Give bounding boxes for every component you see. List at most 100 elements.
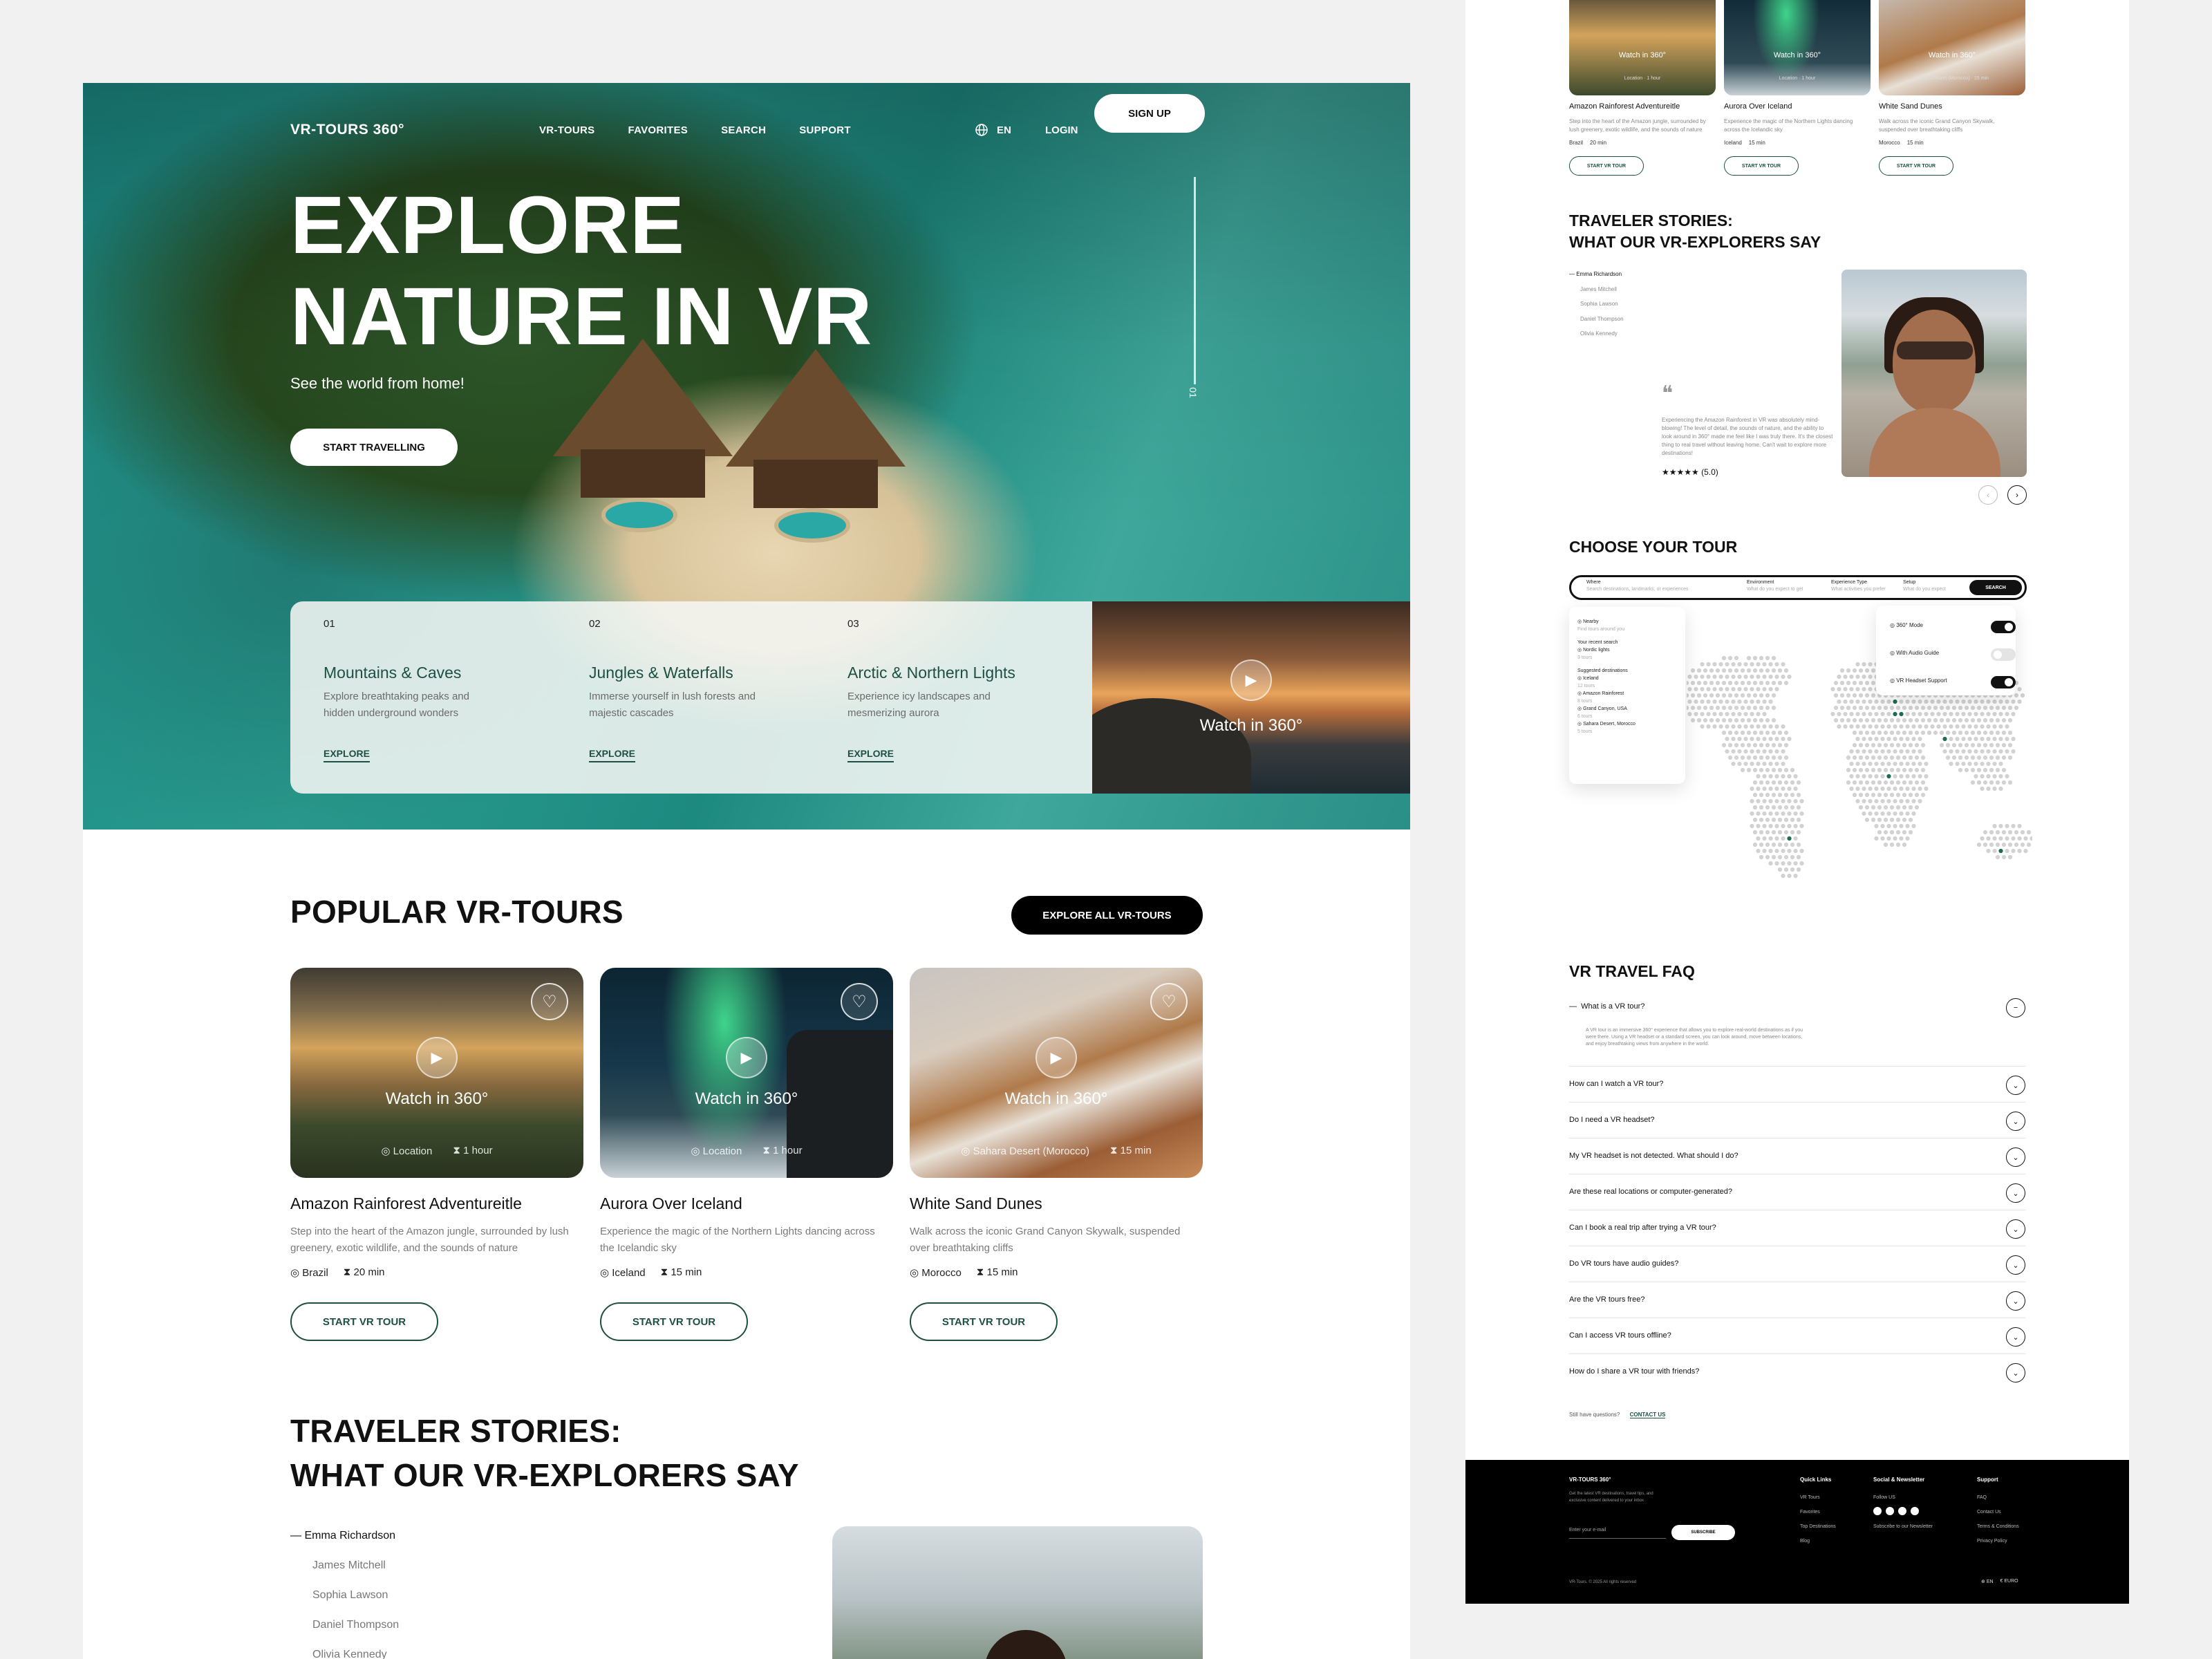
expand-icon[interactable]: ⌄ xyxy=(2006,1147,2025,1167)
start-vr-tour-button[interactable]: START VR TOUR xyxy=(290,1302,438,1341)
faq-question[interactable]: How can I watch a VR tour? xyxy=(1569,1080,1663,1088)
map-highlight-dot[interactable] xyxy=(1893,699,1897,704)
search-field-setup[interactable]: Setup What do you expect xyxy=(1903,580,1946,592)
toggle-360-mode[interactable] xyxy=(1991,621,2016,633)
expand-icon[interactable]: ⌄ xyxy=(2006,1255,2025,1275)
footer-link[interactable]: FAQ xyxy=(1977,1490,2019,1505)
tour-image[interactable]: ♡ ▶ Watch in 360° ◎ Sahara Desert (Moroc… xyxy=(910,968,1203,1178)
start-vr-tour-button[interactable]: START VR TOUR xyxy=(910,1302,1058,1341)
faq-question[interactable]: Do VR tours have audio guides? xyxy=(1569,1259,1678,1268)
map-highlight-dot[interactable] xyxy=(1893,711,1897,717)
story-author[interactable]: James Mitchell xyxy=(290,1550,399,1580)
footer-link[interactable]: VR Tours xyxy=(1800,1490,1836,1505)
tour-image[interactable]: Watch in 360° Location · 1 hour xyxy=(1569,0,1716,95)
dropdown-item[interactable]: ◎ Iceland xyxy=(1577,675,1677,682)
map-highlight-dot[interactable] xyxy=(1899,711,1904,717)
footer-link[interactable]: Terms & Conditions xyxy=(1977,1519,2019,1534)
faq-question[interactable]: Do I need a VR headset? xyxy=(1569,1116,1655,1124)
subscribe-button[interactable]: SUBSCRIBE xyxy=(1671,1525,1735,1540)
facebook-icon[interactable] xyxy=(1886,1507,1894,1515)
footer-link[interactable]: Privacy Policy xyxy=(1977,1534,2019,1548)
signup-button[interactable]: SIGN UP xyxy=(1094,94,1205,133)
faq-question[interactable]: Can I book a real trip after trying a VR… xyxy=(1569,1224,1716,1232)
map-highlight-dot[interactable] xyxy=(1886,774,1891,779)
login-link[interactable]: LOGIN xyxy=(1045,111,1078,149)
faq-question[interactable]: How do I share a VR tour with friends? xyxy=(1569,1367,1699,1376)
footer-brand[interactable]: VR-TOURS 360° xyxy=(1569,1477,1611,1483)
youtube-icon[interactable] xyxy=(1898,1507,1906,1515)
globe-icon[interactable]: ⊕ EN xyxy=(1981,1579,1994,1584)
tour-image[interactable]: ♡ ▶ Watch in 360° ◎ Location ⧗ 1 hour xyxy=(290,968,583,1178)
contact-us-link[interactable]: CONTACT US xyxy=(1629,1412,1666,1418)
expand-icon[interactable]: ⌄ xyxy=(2006,1363,2025,1382)
footer-email-input[interactable]: Enter your e-mail xyxy=(1569,1524,1666,1539)
footer-link[interactable]: Top Destinations xyxy=(1800,1519,1836,1534)
start-vr-tour-button[interactable]: START VR TOUR xyxy=(1724,156,1799,176)
start-vr-tour-button[interactable]: START VR TOUR xyxy=(1879,156,1953,176)
play-icon[interactable]: ▶ xyxy=(726,1037,767,1078)
heart-icon[interactable]: ♡ xyxy=(841,983,878,1020)
story-author-active[interactable]: — Emma Richardson xyxy=(290,1521,399,1550)
brand-logo[interactable]: VR-TOURS 360° xyxy=(290,111,404,149)
footer-link[interactable]: Favorites xyxy=(1800,1505,1836,1519)
subscribe-newsletter-link[interactable]: Subscribe to our Newsletter xyxy=(1873,1519,1933,1534)
expand-icon[interactable]: ⌄ xyxy=(2006,1291,2025,1311)
dropdown-item[interactable]: ◎ Grand Canyon, USA xyxy=(1577,705,1677,713)
dropdown-nearby[interactable]: ◎ Nearby xyxy=(1577,618,1677,626)
category-explore-link[interactable]: EXPLORE xyxy=(324,748,370,762)
story-author[interactable]: Olivia Kennedy xyxy=(290,1640,399,1659)
dropdown-item[interactable]: ◎ Amazon Rainforest xyxy=(1577,690,1677,697)
play-icon[interactable]: ▶ xyxy=(416,1037,458,1078)
story-author[interactable]: Olivia Kennedy xyxy=(1569,326,1624,341)
nav-link-support[interactable]: SUPPORT xyxy=(799,124,851,136)
tour-image[interactable]: ♡ ▶ Watch in 360° ◎ Location ⧗ 1 hour xyxy=(600,968,893,1178)
faq-question[interactable]: Are these real locations or computer-gen… xyxy=(1569,1188,1732,1196)
explore-all-button[interactable]: EXPLORE ALL VR-TOURS xyxy=(1011,896,1203,935)
nav-link-vr-tours[interactable]: VR-TOURS xyxy=(539,124,594,136)
faq-question[interactable]: My VR headset is not detected. What shou… xyxy=(1569,1152,1738,1160)
start-vr-tour-button[interactable]: START VR TOUR xyxy=(600,1302,748,1341)
currency-selector[interactable]: € EURO xyxy=(2000,1579,2018,1584)
map-highlight-dot[interactable] xyxy=(1942,736,1947,742)
toggle-headset-support[interactable] xyxy=(1991,676,2016,688)
search-field-where[interactable]: Where Search destinations, landmarks, or … xyxy=(1586,580,1688,592)
faq-question-open[interactable]: — What is a VR tour? xyxy=(1569,1002,1644,1011)
tour-image[interactable]: Watch in 360° Sahara Desert (Morocco) · … xyxy=(1879,0,2025,95)
play-icon[interactable]: ▶ xyxy=(1230,659,1272,701)
collapse-icon[interactable]: − xyxy=(2006,998,2025,1018)
search-field-environment[interactable]: Environment What do you expect to get xyxy=(1747,580,1803,592)
map-highlight-dot[interactable] xyxy=(1998,848,2003,854)
nav-link-search[interactable]: SEARCH xyxy=(721,124,766,136)
next-arrow-icon[interactable]: › xyxy=(2007,485,2027,505)
footer-link[interactable]: Contact Us xyxy=(1977,1505,2019,1519)
dropdown-item[interactable]: ◎ Sahara Desert, Morocco xyxy=(1577,720,1677,728)
story-author-active[interactable]: — Emma Richardson xyxy=(1569,267,1624,282)
search-button[interactable]: SEARCH xyxy=(1969,580,2022,595)
language-selector[interactable]: EN xyxy=(975,111,1011,149)
watch-360-card[interactable]: ▶ Watch in 360° xyxy=(1092,601,1410,794)
category-explore-link[interactable]: EXPLORE xyxy=(589,748,635,762)
footer-link[interactable]: Blog xyxy=(1800,1534,1836,1548)
story-author[interactable]: Sophia Lawson xyxy=(290,1580,399,1610)
toggle-audio-guide[interactable] xyxy=(1991,648,2016,661)
start-travelling-button[interactable]: START TRAVELLING xyxy=(290,429,458,466)
category-explore-link[interactable]: EXPLORE xyxy=(847,748,894,762)
map-highlight-dot[interactable] xyxy=(1787,836,1792,841)
heart-icon[interactable]: ♡ xyxy=(531,983,568,1020)
expand-icon[interactable]: ⌄ xyxy=(2006,1327,2025,1347)
expand-icon[interactable]: ⌄ xyxy=(2006,1112,2025,1131)
faq-question[interactable]: Are the VR tours free? xyxy=(1569,1295,1644,1304)
story-author[interactable]: Sophia Lawson xyxy=(1569,297,1624,312)
story-author[interactable]: James Mitchell xyxy=(1569,282,1624,297)
heart-icon[interactable]: ♡ xyxy=(1150,983,1188,1020)
play-icon[interactable]: ▶ xyxy=(1035,1037,1077,1078)
nav-link-favorites[interactable]: FAVORITES xyxy=(628,124,688,136)
expand-icon[interactable]: ⌄ xyxy=(2006,1219,2025,1239)
prev-arrow-icon[interactable]: ‹ xyxy=(1978,485,1998,505)
faq-question[interactable]: Can I access VR tours offline? xyxy=(1569,1331,1671,1340)
search-field-experience[interactable]: Experience Type What activities you prefe… xyxy=(1831,580,1886,592)
expand-icon[interactable]: ⌄ xyxy=(2006,1183,2025,1203)
story-author[interactable]: Daniel Thompson xyxy=(290,1610,399,1640)
telegram-icon[interactable] xyxy=(1911,1507,1919,1515)
expand-icon[interactable]: ⌄ xyxy=(2006,1076,2025,1095)
